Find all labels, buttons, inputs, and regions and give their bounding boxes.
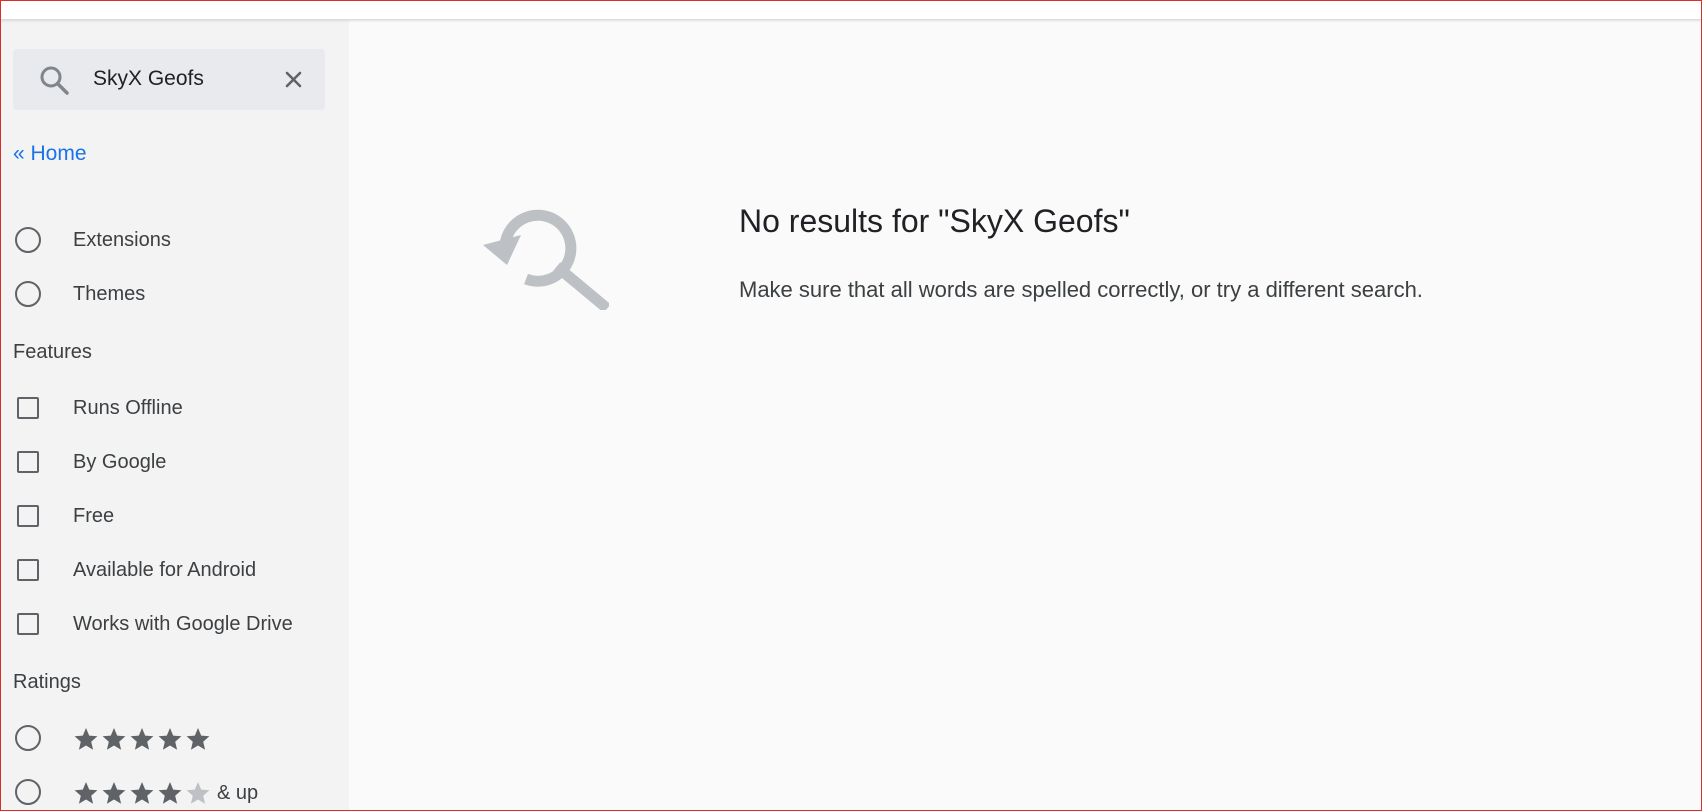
feature-by-google[interactable]: By Google bbox=[13, 447, 333, 477]
search-input[interactable]: SkyX Geofs bbox=[93, 67, 204, 91]
star-filled-icon bbox=[129, 726, 155, 752]
features-heading: Features bbox=[13, 341, 92, 363]
star-empty-icon bbox=[185, 780, 211, 806]
feature-works-with-google-drive[interactable]: Works with Google Drive bbox=[13, 609, 333, 639]
star-filled-icon bbox=[157, 726, 183, 752]
checkbox[interactable] bbox=[17, 505, 39, 527]
filter-label: Themes bbox=[73, 283, 146, 305]
rating-suffix: & up bbox=[217, 782, 259, 804]
top-bar bbox=[0, 0, 1702, 19]
filter-themes[interactable]: Themes bbox=[13, 279, 333, 309]
rating-4-stars-and-up[interactable]: & up bbox=[13, 777, 333, 807]
star-rating bbox=[73, 726, 213, 752]
radio-button[interactable] bbox=[15, 281, 41, 307]
rating-5-stars[interactable] bbox=[13, 723, 333, 753]
feature-label: Runs Offline bbox=[73, 397, 183, 419]
checkbox[interactable] bbox=[17, 397, 39, 419]
star-rating: & up bbox=[73, 780, 258, 806]
feature-label: Free bbox=[73, 505, 115, 527]
no-results-title: No results for "SkyX Geofs" bbox=[739, 203, 1130, 239]
filter-label: Extensions bbox=[73, 229, 171, 251]
feature-free[interactable]: Free bbox=[13, 501, 333, 531]
star-filled-icon bbox=[157, 780, 183, 806]
close-icon[interactable] bbox=[283, 69, 304, 90]
radio-button[interactable] bbox=[15, 227, 41, 253]
feature-label: Works with Google Drive bbox=[73, 613, 293, 635]
checkbox[interactable] bbox=[17, 613, 39, 635]
feature-label: By Google bbox=[73, 451, 167, 473]
star-filled-icon bbox=[101, 726, 127, 752]
search-refresh-icon bbox=[481, 195, 611, 313]
feature-runs-offline[interactable]: Runs Offline bbox=[13, 393, 333, 423]
feature-label: Available for Android bbox=[73, 559, 257, 581]
star-filled-icon bbox=[73, 726, 99, 752]
filter-extensions[interactable]: Extensions bbox=[13, 225, 333, 255]
star-filled-icon bbox=[101, 780, 127, 806]
search-icon bbox=[39, 65, 69, 95]
checkbox[interactable] bbox=[17, 451, 39, 473]
home-link[interactable]: « Home bbox=[13, 142, 87, 166]
no-results-message: Make sure that all words are spelled cor… bbox=[739, 277, 1423, 302]
feature-available-for-android[interactable]: Available for Android bbox=[13, 555, 333, 585]
search-box[interactable]: SkyX Geofs bbox=[13, 49, 325, 110]
checkbox[interactable] bbox=[17, 559, 39, 581]
star-filled-icon bbox=[129, 780, 155, 806]
radio-button[interactable] bbox=[15, 725, 41, 751]
ratings-heading: Ratings bbox=[13, 671, 81, 693]
main-content bbox=[349, 20, 1702, 811]
radio-button[interactable] bbox=[15, 779, 41, 805]
star-filled-icon bbox=[185, 726, 211, 752]
star-filled-icon bbox=[73, 780, 99, 806]
